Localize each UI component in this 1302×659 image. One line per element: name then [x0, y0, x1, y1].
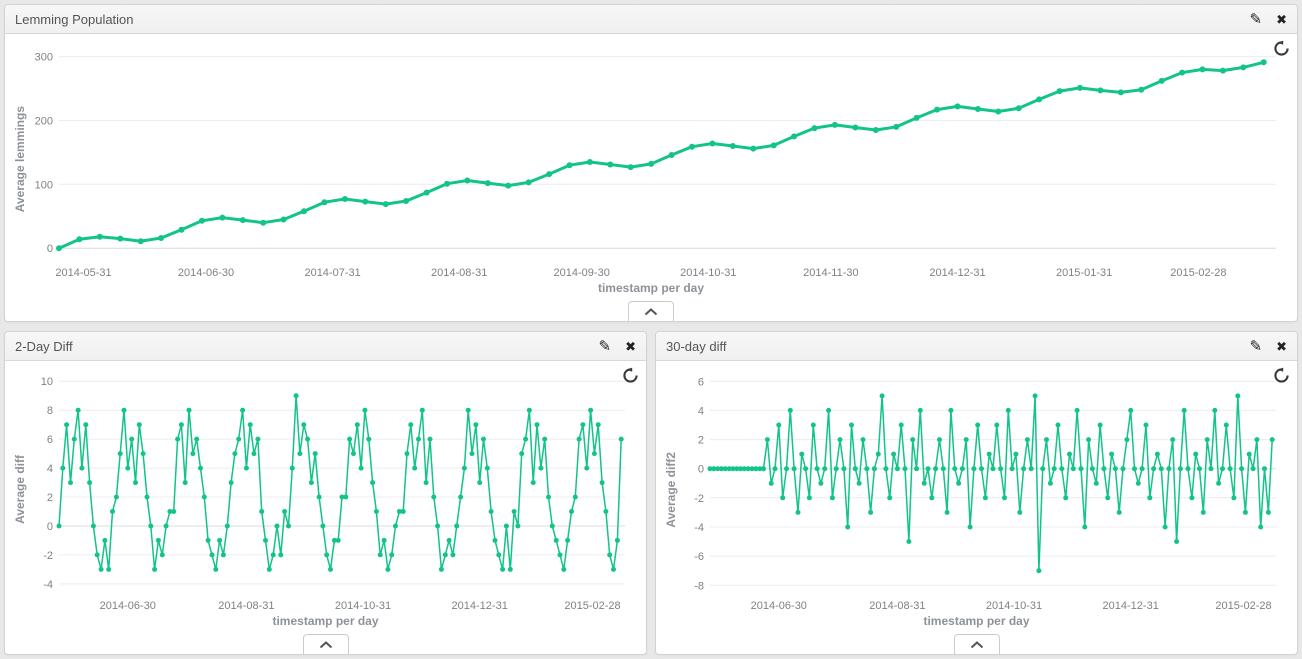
- panel-title: Lemming Population: [15, 12, 134, 27]
- svg-text:2014-07-31: 2014-07-31: [304, 267, 360, 279]
- svg-text:-8: -8: [694, 580, 704, 592]
- svg-text:0: 0: [698, 464, 704, 476]
- two-day-diff-chart[interactable]: -4 -2 0 2 4 6 8 10 2014-06-30 2014-08-31 2014-10-3…: [29, 365, 640, 614]
- svg-text:6: 6: [698, 376, 704, 388]
- svg-text:-6: -6: [694, 551, 704, 563]
- close-icon[interactable]: ✖: [625, 340, 636, 353]
- svg-text:2015-02-28: 2015-02-28: [564, 600, 620, 612]
- svg-text:4: 4: [698, 405, 704, 417]
- bottom-row: 2-Day Diff ✎ ✖ Average diff -: [4, 331, 1298, 655]
- panel-header-icons: ✎ ✖: [1250, 339, 1287, 354]
- edit-icon[interactable]: ✎: [1250, 12, 1263, 27]
- history-icon[interactable]: [622, 367, 639, 384]
- svg-text:2014-12-31: 2014-12-31: [1103, 600, 1159, 612]
- x-axis-title: timestamp per day: [662, 614, 1291, 632]
- panel-header: 2-Day Diff ✎ ✖: [5, 332, 646, 361]
- svg-text:2014-10-31: 2014-10-31: [335, 600, 391, 612]
- close-icon[interactable]: ✖: [1276, 340, 1287, 353]
- x-axis-title: timestamp per day: [11, 281, 1291, 299]
- svg-text:200: 200: [35, 116, 53, 128]
- svg-text:2014-08-31: 2014-08-31: [218, 600, 274, 612]
- svg-text:2014-08-31: 2014-08-31: [431, 267, 487, 279]
- chart-row: Average diff -4 -2 0 2 4 6 8 10 2014-06-30 2014-0…: [11, 365, 640, 614]
- edit-icon[interactable]: ✎: [599, 339, 612, 354]
- panel-header: 30-day diff ✎ ✖: [656, 332, 1297, 361]
- collapse-button[interactable]: [954, 634, 1000, 654]
- panel-lemming-population: Lemming Population ✎ ✖ Average lemmings …: [4, 4, 1298, 322]
- svg-text:-4: -4: [43, 579, 53, 591]
- svg-text:6: 6: [47, 434, 53, 446]
- svg-text:-2: -2: [43, 550, 53, 562]
- svg-text:2014-06-30: 2014-06-30: [751, 600, 807, 612]
- y-axis-title: Average lemmings: [11, 38, 29, 281]
- chart-row: Average diff2 -8 -6 -4 -2 0 2 4 6 2014-06-30 2014…: [662, 365, 1291, 614]
- svg-text:2015-01-31: 2015-01-31: [1056, 267, 1112, 279]
- panel-header-icons: ✎ ✖: [1250, 12, 1287, 27]
- panel-body: Average diff2 -8 -6 -4 -2 0 2 4 6 2014-06-30 2014…: [656, 361, 1297, 654]
- panel-30-day-diff: 30-day diff ✎ ✖ Average diff2: [655, 331, 1298, 655]
- svg-text:2014-10-31: 2014-10-31: [680, 267, 736, 279]
- svg-text:-4: -4: [694, 522, 704, 534]
- svg-text:4: 4: [47, 463, 53, 475]
- svg-text:300: 300: [35, 52, 53, 64]
- collapse-button[interactable]: [303, 634, 349, 654]
- svg-text:2015-02-28: 2015-02-28: [1170, 267, 1226, 279]
- svg-text:8: 8: [47, 405, 53, 417]
- svg-text:0: 0: [47, 243, 53, 255]
- panel-header: Lemming Population ✎ ✖: [5, 5, 1297, 34]
- svg-text:2014-06-30: 2014-06-30: [178, 267, 234, 279]
- y-axis-title-text: Average diff2: [664, 452, 678, 528]
- svg-text:2014-08-31: 2014-08-31: [869, 600, 925, 612]
- svg-text:2014-12-31: 2014-12-31: [452, 600, 508, 612]
- svg-text:2014-10-31: 2014-10-31: [986, 600, 1042, 612]
- chevron-up-icon: [319, 641, 333, 649]
- svg-text:2014-12-31: 2014-12-31: [929, 267, 985, 279]
- svg-text:10: 10: [41, 376, 53, 388]
- lemming-population-chart[interactable]: 0 100 200 300 2014-05-31 2014-06-30 2014-07-31…: [29, 38, 1291, 281]
- thirty-day-diff-chart[interactable]: -8 -6 -4 -2 0 2 4 6 2014-06-30 2014-08-31 2014-10-…: [680, 365, 1291, 614]
- panel-title: 2-Day Diff: [15, 339, 73, 354]
- dashboard: Lemming Population ✎ ✖ Average lemmings …: [0, 0, 1302, 659]
- collapse-strip: [11, 632, 640, 654]
- svg-text:2014-09-30: 2014-09-30: [554, 267, 610, 279]
- svg-text:2: 2: [47, 492, 53, 504]
- panel-body: Average diff -4 -2 0 2 4 6 8 10 2014-06-30 2014-0…: [5, 361, 646, 654]
- panel-2-day-diff: 2-Day Diff ✎ ✖ Average diff -: [4, 331, 647, 655]
- chevron-up-icon: [970, 641, 984, 649]
- y-axis-title-text: Average lemmings: [13, 106, 27, 212]
- collapse-button[interactable]: [628, 301, 674, 321]
- close-icon[interactable]: ✖: [1276, 13, 1287, 26]
- svg-text:2014-05-31: 2014-05-31: [55, 267, 111, 279]
- svg-text:100: 100: [35, 179, 53, 191]
- svg-text:-2: -2: [694, 493, 704, 505]
- collapse-strip: [662, 632, 1291, 654]
- history-icon[interactable]: [1273, 40, 1290, 57]
- y-axis-title: Average diff2: [662, 365, 680, 614]
- edit-icon[interactable]: ✎: [1250, 339, 1263, 354]
- collapse-strip: [11, 299, 1291, 321]
- chevron-up-icon: [644, 308, 658, 316]
- chart-row: Average lemmings 0 100 200 300 2014-05-31 201…: [11, 38, 1291, 281]
- y-axis-title-text: Average diff: [13, 455, 27, 524]
- svg-text:2015-02-28: 2015-02-28: [1215, 600, 1271, 612]
- x-axis-title: timestamp per day: [11, 614, 640, 632]
- panel-body: Average lemmings 0 100 200 300 2014-05-31 201…: [5, 34, 1297, 321]
- y-axis-title: Average diff: [11, 365, 29, 614]
- panel-header-icons: ✎ ✖: [599, 339, 636, 354]
- svg-text:2: 2: [698, 435, 704, 447]
- panel-title: 30-day diff: [666, 339, 726, 354]
- svg-text:0: 0: [47, 521, 53, 533]
- svg-text:2014-11-30: 2014-11-30: [803, 267, 858, 279]
- svg-text:2014-06-30: 2014-06-30: [100, 600, 156, 612]
- history-icon[interactable]: [1273, 367, 1290, 384]
